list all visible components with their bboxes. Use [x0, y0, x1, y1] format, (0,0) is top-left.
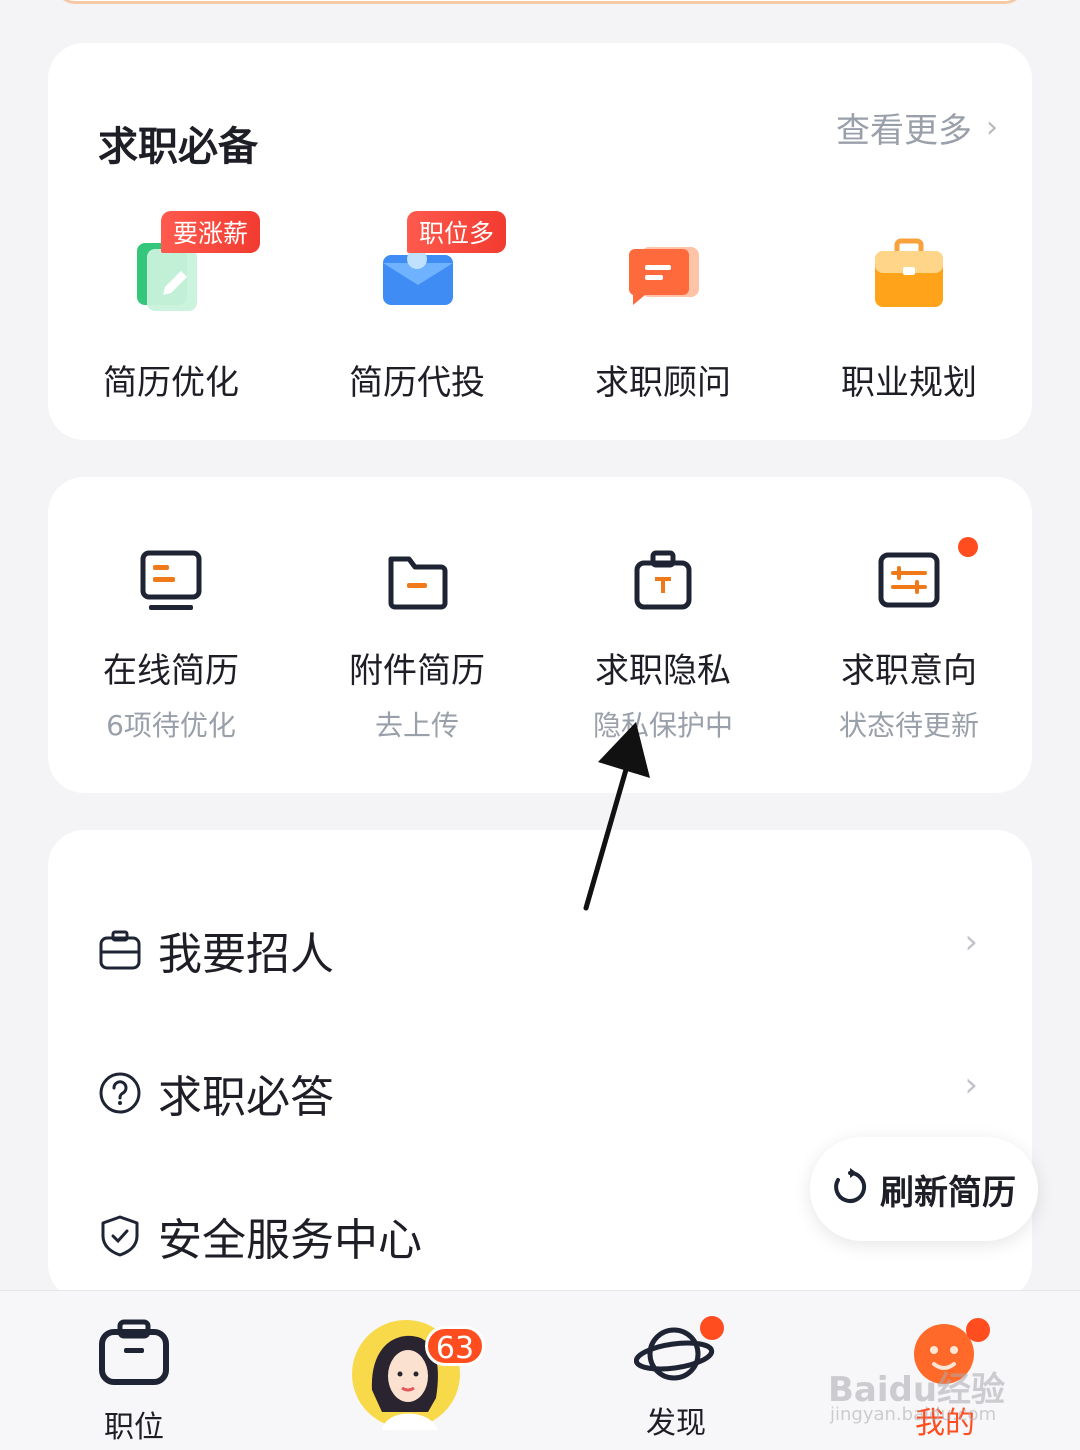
view-more-label: 查看更多 [836, 111, 972, 151]
chevron-right-icon: › [964, 1065, 978, 1105]
tool-career-planning[interactable]: 职业规划 [786, 233, 1032, 404]
monitor-icon [139, 549, 203, 613]
chevron-right-icon: › [986, 110, 998, 145]
view-more-link[interactable]: 查看更多 › [836, 103, 998, 152]
menu-item-faq[interactable]: 求职必答 [98, 1061, 334, 1125]
notification-dot [958, 537, 978, 557]
menu-item-security-center[interactable]: 安全服务中心 [98, 1204, 422, 1268]
attachment-resume[interactable]: 附件简历 去上传 [294, 549, 540, 744]
online-resume[interactable]: 在线简历 6项待优化 [48, 549, 294, 744]
menu-item-recruit[interactable]: 我要招人 [98, 918, 334, 982]
tag-many-jobs: 职位多 [407, 211, 507, 253]
shield-check-icon [98, 1214, 142, 1258]
watermark-url: jingyan.baidu.com [830, 1404, 997, 1425]
tool-career-consultant[interactable]: 求职顾问 [540, 233, 786, 404]
chat-bubble-icon [623, 233, 703, 313]
menu-label: 安全服务中心 [158, 1215, 422, 1266]
tool-label: 在线简历 [103, 651, 239, 691]
tag-raise-salary: 要涨薪 [161, 211, 261, 253]
folder-icon [385, 549, 449, 613]
briefcase-outline-icon [98, 928, 142, 972]
resume-edit-icon: 要涨薪 [131, 211, 261, 313]
tool-status: 隐私保护中 [592, 709, 733, 742]
briefcase-icon [869, 233, 949, 313]
chevron-right-icon: › [964, 922, 978, 962]
tool-label: 职业规划 [841, 363, 977, 403]
job-tab-icon [96, 1318, 172, 1392]
sliders-icon [877, 549, 941, 613]
privacy-bag-icon [631, 549, 695, 613]
job-privacy[interactable]: 求职隐私 隐私保护中 [540, 549, 786, 744]
notification-dot [966, 1318, 990, 1342]
essentials-title: 求职必备 [98, 124, 258, 170]
tool-label: 简历代投 [349, 363, 485, 403]
question-circle-icon [98, 1071, 142, 1115]
tool-resume-delivery[interactable]: 职位多 简历代投 [294, 211, 540, 404]
resume-tools-card: 在线简历 6项待优化 附件简历 去上传 求职隐私 隐私保护中 求职意向 状态待更… [48, 477, 1032, 793]
tool-label: 求职顾问 [595, 363, 731, 403]
essentials-card: 求职必备 查看更多 › 要涨薪 简历优化 职位多 简历代投 求职顾问 职业规划 [48, 43, 1032, 440]
tool-label: 简历优化 [103, 363, 239, 403]
previous-card-edge [55, 0, 1025, 4]
tool-label: 附件简历 [349, 651, 485, 691]
planet-tab-icon [633, 1316, 724, 1388]
tool-status: 去上传 [374, 709, 459, 742]
menu-label: 我要招人 [158, 929, 334, 980]
tool-label: 求职隐私 [595, 651, 731, 691]
tool-status: 状态待更新 [838, 709, 979, 742]
tab-label: 职位 [104, 1410, 164, 1445]
tab-label: 发现 [646, 1406, 706, 1441]
tab-jobs[interactable]: 职位 [96, 1318, 172, 1446]
menu-label: 求职必答 [158, 1072, 334, 1123]
refresh-icon [830, 1167, 870, 1211]
tab-discover[interactable]: 发现 [633, 1316, 724, 1442]
tool-resume-optimize[interactable]: 要涨薪 简历优化 [48, 211, 294, 404]
mail-star-icon: 职位多 [377, 211, 507, 313]
tool-status: 6项待优化 [106, 709, 236, 742]
tool-label: 求职意向 [841, 651, 977, 691]
notification-dot [700, 1316, 724, 1340]
refresh-resume-button[interactable]: 刷新简历 [810, 1137, 1038, 1241]
refresh-label: 刷新简历 [880, 1172, 1016, 1213]
notification-count-badge: 63 [425, 1326, 485, 1366]
job-intention[interactable]: 求职意向 状态待更新 [786, 537, 1032, 744]
